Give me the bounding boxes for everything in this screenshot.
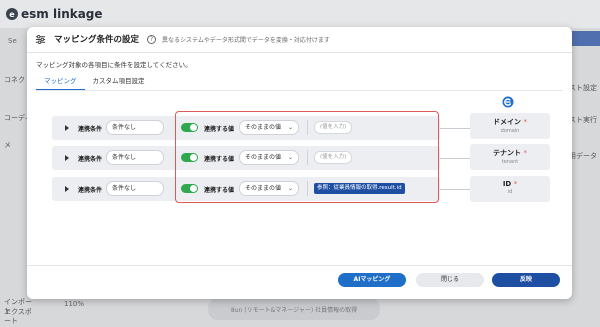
dialog-description: マッピング対象の各項目に条件を設定してください。 [36,61,192,69]
right-item-test-settings[interactable]: スト設定 [569,84,597,93]
app-topbar: e esm linkage [0,0,600,28]
tab-bar: マッピング カスタム項目設定 [36,75,153,90]
expand-caret-icon[interactable] [65,186,69,192]
footer-divider [27,265,572,266]
left-item-connector[interactable]: コネク [4,76,25,85]
condition-label: 連携条件 [78,156,103,163]
ai-mapping-button[interactable]: AIマッピング [338,273,406,287]
left-item-memo[interactable]: メ [4,141,11,150]
tab-mapping[interactable]: マッピング [36,75,85,90]
target-field-name: ID * [502,180,518,188]
left-item-export[interactable]: エクスポート [4,308,38,326]
app-logo: e esm linkage [6,7,103,21]
flow-node-card[interactable]: 8un (リモート&マネージャー) 社員情報の取得 [208,298,380,320]
tabs-divider [36,90,563,91]
target-field-id: ID * id [470,176,550,202]
dialog-header: マッピング条件の設定 ? 異なるシステムやデータ形式間でデータを変換・対応付けま… [27,27,572,51]
target-field-domain: ドメイン * domain [470,113,550,139]
mapping-dialog: マッピング条件の設定 ? 異なるシステムやデータ形式間でデータを変換・対応付けま… [27,27,572,299]
expand-caret-icon[interactable] [65,125,69,131]
apply-button[interactable]: 反映 [492,273,560,287]
expand-caret-icon[interactable] [65,155,69,161]
header-divider [27,52,572,53]
right-item-test-run[interactable]: スト実行 [569,116,597,125]
sliders-icon [35,34,46,44]
highlight-box [175,111,439,203]
dialog-subtitle: 異なるシステムやデータ形式間でデータを変換・対応付けます [162,36,330,44]
condition-select[interactable]: 条件なし [106,150,164,165]
condition-select[interactable]: 条件なし [106,120,164,135]
target-field-name: テナント * [493,149,527,157]
dialog-title: マッピング条件の設定 [54,35,140,45]
help-icon[interactable]: ? [147,34,157,44]
target-field-key: domain [500,128,520,134]
logo-icon: e [6,8,18,20]
close-button[interactable]: 閉じる [416,273,484,287]
target-field-name: ドメイン * [493,118,527,126]
zoom-level[interactable]: 110% [64,300,84,308]
right-item-data[interactable]: 用データ [569,152,597,161]
condition-label: 連携条件 [78,187,103,194]
tab-custom-fields[interactable]: カスタム項目設定 [85,75,153,90]
condition-label: 連携条件 [78,126,103,133]
condition-select[interactable]: 条件なし [106,181,164,196]
target-field-tenant: テナント * tenant [470,144,550,170]
target-field-key: tenant [501,159,519,165]
target-field-key: id [507,189,513,195]
target-system-icon [502,96,514,108]
